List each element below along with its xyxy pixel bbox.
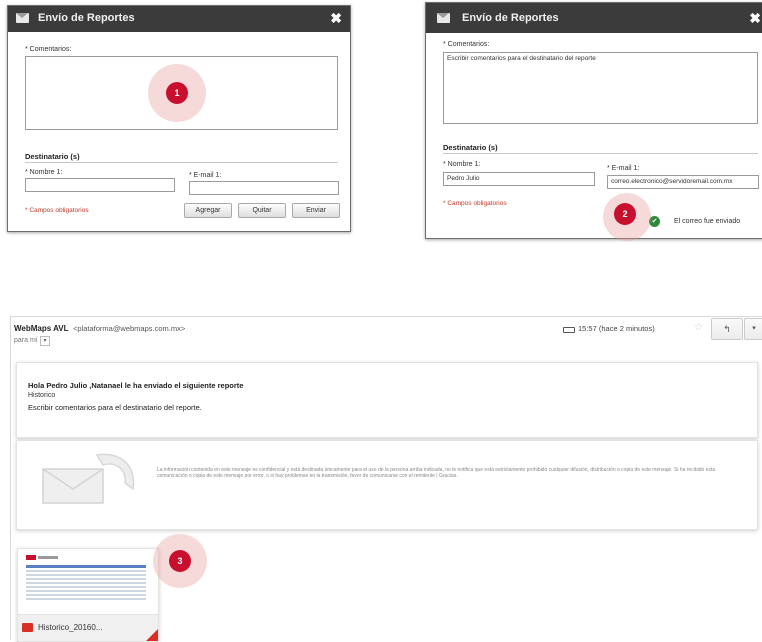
email-label: * E-mail 1: [189,172,222,179]
sender-address: <plataforma@webmaps.com.mx> [73,324,186,333]
required-note: * Campos obligatorios [443,200,507,207]
pdf-file-icon [22,623,33,632]
comments-label: * Comentarios: [25,46,72,53]
required-note: * Campos obligatorios [25,207,89,214]
name-label: * Nombre 1: [443,161,481,168]
report-dialog-filled: Envío de Reportes ✖ * Comentarios: Escri… [425,2,762,239]
spreadsheet-preview-image [26,555,146,600]
attachment-name: Historico_20160... [38,623,103,632]
details-dropdown-icon[interactable]: ▾ [40,336,50,346]
disclaimer-card: La información contenida en este mensaje… [16,440,758,530]
send-button[interactable]: Enviar [292,203,340,218]
step-badge-3: 3 [169,550,191,572]
attachment-footer: Historico_20160... [18,614,158,641]
comments-value: Escribir comentarios para el destinatari… [447,55,596,62]
sender-name[interactable]: WebMaps AVL [14,324,69,333]
envelope-icon [437,13,450,23]
name-label: * Nombre 1: [25,169,63,176]
comments-textarea[interactable]: Escribir comentarios para el destinatari… [443,52,758,124]
dialog-header: Envío de Reportes ✖ [426,3,762,33]
step-badge-1: 1 [166,82,188,104]
reply-button[interactable]: ↰ [711,318,743,340]
dialog-header: Envío de Reportes ✖ [8,6,350,32]
step-badge-2: 2 [614,203,636,225]
greeting-text: Hola Pedro Julio ,Natanael le ha enviado… [28,381,244,390]
star-icon[interactable]: ☆ [694,322,703,333]
comments-label: * Comentarios: [443,41,490,48]
add-button[interactable]: Agregar [184,203,232,218]
email-input[interactable]: correo.electronico@servidoremail.com.mx [607,175,759,189]
close-icon[interactable]: ✖ [749,10,761,27]
more-options-button[interactable]: ▾ [744,318,762,340]
recipient-section-title: Destinatario (s) [443,143,498,152]
close-icon[interactable]: ✖ [330,10,342,27]
remove-button[interactable]: Quitar [238,203,286,218]
dialog-title: Envío de Reportes [462,12,559,24]
section-divider [443,153,758,154]
section-divider [25,162,338,163]
email-value: correo.electronico@servidoremail.com.mx [611,178,733,185]
recipient-section-title: Destinatario (s) [25,152,80,161]
label-icon [563,327,575,333]
message-card: Hola Pedro Julio ,Natanael le ha enviado… [16,362,758,438]
email-time: 15:57 (hace 2 minutos) [578,324,655,333]
dialog-title: Envío de Reportes [38,12,135,24]
sent-message: El correo fue enviado [674,218,741,225]
envelope-icon [16,13,29,23]
download-corner-icon[interactable] [146,629,158,641]
comment-text: Escribir comentarios para el destinatari… [28,403,202,412]
email-label: * E-mail 1: [607,165,640,172]
name-value: Pedro Julio [447,175,480,182]
disclaimer-text: La información contenida en este mensaje… [157,467,716,479]
recipient-to: para mí [14,337,38,344]
email-input[interactable] [189,181,339,195]
name-input[interactable]: Pedro Julio [443,172,595,186]
name-input[interactable] [25,178,175,192]
email-message: WebMaps AVL <plataforma@webmaps.com.mx> … [10,316,762,642]
report-name: Historico [28,392,56,399]
mail-watermark-icon [42,453,135,504]
attachment-thumbnail[interactable]: Historico_20160... [17,548,159,642]
